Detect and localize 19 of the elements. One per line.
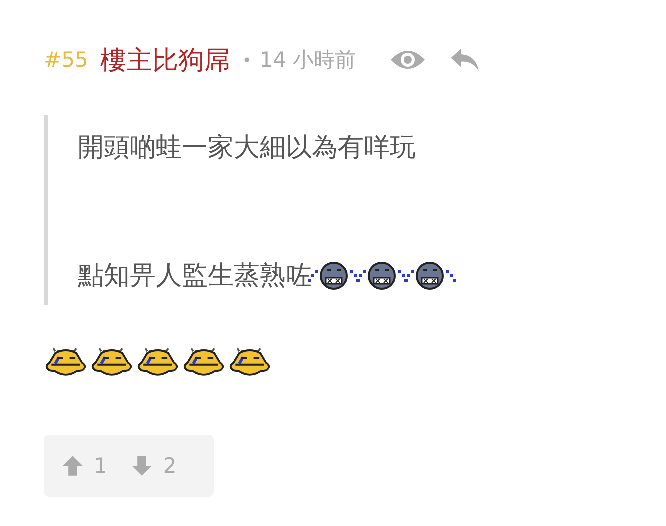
- crying-creature-icon: [136, 345, 180, 379]
- crying-creature-icon: [228, 345, 272, 379]
- upvote-button[interactable]: 1: [62, 454, 108, 478]
- post-time: 14 小時前: [260, 47, 356, 74]
- up-arrow-icon: [62, 455, 84, 477]
- crying-creature-icon: [90, 345, 134, 379]
- downvote-button[interactable]: 2: [131, 454, 177, 478]
- crying-face-icon: [402, 259, 458, 291]
- reply-icon[interactable]: [450, 48, 480, 72]
- crying-face-icon: [354, 259, 410, 291]
- down-arrow-icon: [131, 455, 154, 477]
- post-number: #55: [44, 48, 88, 72]
- crying-creature-icon: [182, 345, 226, 379]
- separator-dot: •: [242, 50, 252, 70]
- author-name[interactable]: 樓主比狗屌: [100, 42, 230, 78]
- quote-text: 開頭啲蛙一家大細以為有咩玩: [78, 132, 416, 164]
- quote-text: 點知畀人監生蒸熟咗: [78, 260, 312, 292]
- crying-creature-icon: [44, 345, 88, 379]
- eye-icon[interactable]: [390, 48, 426, 72]
